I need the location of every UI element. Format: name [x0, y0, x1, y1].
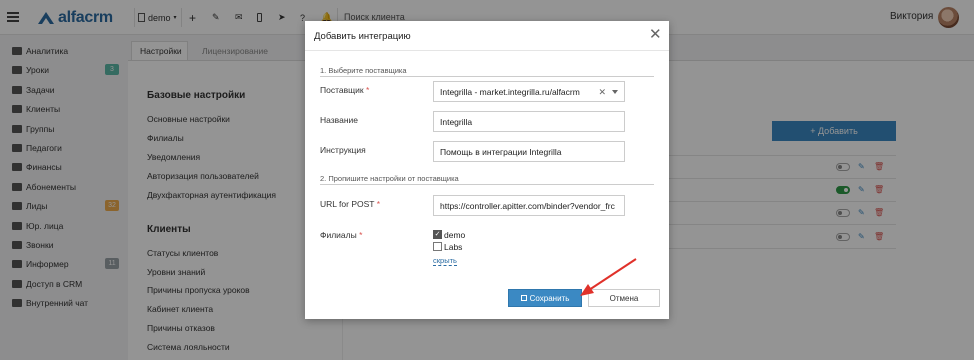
provider-select[interactable]: Integrilla - market.integrilla.ru/alfacr…: [433, 81, 625, 102]
modal-header: Добавить интеграцию ✕: [305, 21, 669, 51]
provider-value: Integrilla - market.integrilla.ru/alfacr…: [440, 86, 580, 97]
branch-checkbox-demo[interactable]: ✓ demo: [433, 229, 465, 240]
branch-checkbox-labs[interactable]: Labs: [433, 241, 462, 252]
chevron-down-icon[interactable]: [612, 90, 618, 94]
label-text: Филиалы: [320, 230, 357, 240]
branches-label: Филиалы *: [320, 230, 362, 240]
required-mark: *: [376, 199, 381, 209]
clear-icon[interactable]: ✕: [598, 87, 606, 98]
url-value: https://controller.apitter.com/binder?ve…: [440, 200, 615, 211]
instruction-field[interactable]: Помощь в интеграции Integrilla: [433, 141, 625, 162]
hide-link[interactable]: скрыть: [433, 256, 457, 266]
checkbox-checked-icon[interactable]: ✓: [433, 230, 442, 239]
url-field[interactable]: https://controller.apitter.com/binder?ve…: [433, 195, 625, 216]
save-label: Сохранить: [529, 293, 570, 303]
modal-title: Добавить интеграцию: [314, 31, 411, 42]
name-field[interactable]: Integrilla: [433, 111, 625, 132]
instruction-value: Помощь в интеграции Integrilla: [440, 146, 562, 157]
label-text: URL for POST: [320, 199, 375, 209]
step-heading: 2. Пропишите настройки от поставщика: [320, 174, 654, 185]
checkbox-icon[interactable]: [433, 242, 442, 251]
provider-label: Поставщик *: [320, 85, 369, 95]
required-mark: *: [365, 85, 370, 95]
close-icon[interactable]: ✕: [649, 27, 662, 42]
checkbox-label: demo: [444, 229, 466, 240]
instruction-label: Инструкция: [320, 145, 366, 155]
checkbox-label: Labs: [444, 241, 463, 252]
add-integration-modal: Добавить интеграцию ✕ 1. Выберите постав…: [305, 21, 669, 319]
name-value: Integrilla: [440, 116, 473, 127]
name-label: Название: [320, 115, 358, 125]
label-text: Поставщик: [320, 85, 364, 95]
save-button[interactable]: Сохранить: [508, 289, 582, 307]
url-label: URL for POST *: [320, 199, 380, 209]
cancel-button[interactable]: Отмена: [588, 289, 660, 307]
save-icon: [520, 295, 527, 301]
step-heading: 1. Выберите поставщика: [320, 66, 654, 77]
required-mark: *: [359, 230, 363, 240]
